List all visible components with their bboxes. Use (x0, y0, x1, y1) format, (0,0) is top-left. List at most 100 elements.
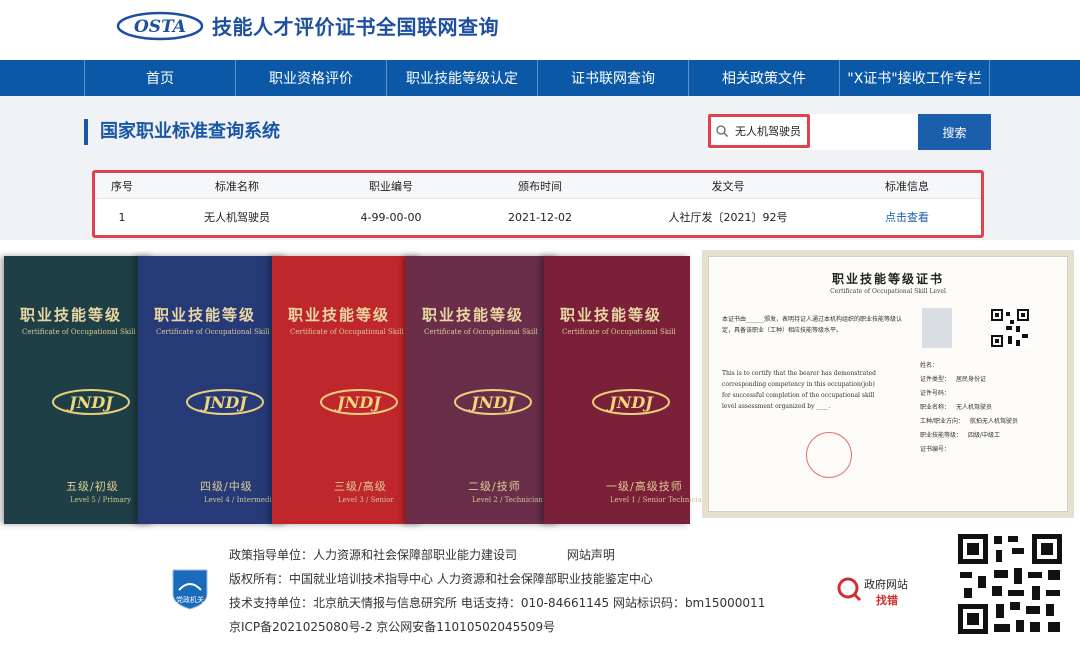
paper-field-value: 四级/中级工 (968, 432, 1001, 439)
paper-field-row: 证件号码： (920, 388, 1060, 399)
book-level-en: Level 1 / Senior Technician (610, 496, 707, 504)
book-level-en: Level 3 / Senior (338, 496, 394, 504)
site-title: 技能人才评价证书全国联网查询 (212, 15, 499, 39)
nav-item-x-certificate[interactable]: "X证书"接收工作专栏 (839, 60, 990, 96)
paper-field-label: 姓名： (920, 362, 939, 369)
certificate-paper: 职业技能等级证书 Certificate of Occupational Ski… (702, 250, 1074, 518)
main-nav: 首页 职业资格评价 职业技能等级认定 证书联网查询 相关政策文件 "X证书"接收… (0, 60, 1080, 96)
col-header-doc: 发文号 (711, 179, 745, 193)
table-header: 序号 标准名称 职业编号 颁布时间 发文号 标准信息 (95, 173, 981, 199)
col-header-index: 序号 (111, 179, 133, 193)
footer-support: 技术支持单位：北京航天情报与信息研究所 电话支持：010-84661145 网站… (229, 596, 766, 610)
book-level-en: Level 5 / Primary (70, 496, 132, 504)
book-level: 一级/高级技师 (606, 480, 683, 493)
search-section: 国家职业标准查询系统 无人机驾驶员 搜索 序号 标准名称 职业编号 颁布时间 发… (0, 96, 1080, 240)
book-level: 四级/中级 (200, 480, 253, 493)
nav-item-certificate-query[interactable]: 证书联网查询 (537, 60, 688, 96)
book-subtitle: Certificate of Occupational Skill (290, 328, 404, 336)
result-table: 序号 标准名称 职业编号 颁布时间 发文号 标准信息 1 无人机驾驶员 4-99… (92, 170, 984, 238)
paper-field-row: 证件类型： 居民身份证 (920, 374, 1060, 385)
nav-item-policy[interactable]: 相关政策文件 (688, 60, 839, 96)
certificate-book: 职业技能等级 Certificate of Occupational Skill J… (4, 256, 154, 524)
jndj-logo-icon: JNDJ (592, 389, 670, 415)
paper-field-label: 证书编号： (920, 446, 951, 453)
search-button[interactable]: 搜索 (918, 114, 991, 150)
nav-item-home[interactable]: 首页 (84, 60, 235, 96)
book-logo-text: JNDJ (606, 393, 654, 412)
qr-code-icon (956, 532, 1064, 636)
view-standard-link[interactable]: 点击查看 (833, 209, 981, 225)
col-header-code: 职业编号 (369, 179, 413, 193)
paper-field-row: 姓名： (920, 360, 1060, 371)
book-level: 二级/技师 (468, 480, 521, 493)
jndj-logo-icon: JNDJ (186, 389, 264, 415)
paper-field-label: 工种/职业方向： (920, 418, 965, 425)
paper-title: 职业技能等级证书 (831, 272, 944, 286)
page-title: 国家职业标准查询系统 (84, 119, 280, 145)
paper-qr-code-icon (990, 308, 1030, 348)
search-icon (716, 125, 728, 137)
nav-item-skill-level[interactable]: 职业技能等级认定 (386, 60, 537, 96)
book-logo-text: JNDJ (468, 393, 516, 412)
certificate-book: 职业技能等级 Certificate of Occupational Skill J… (138, 256, 288, 524)
paper-field-row: 职业名称： 无人机驾驶员 (920, 402, 1060, 413)
search-bar: 无人机驾驶员 (708, 114, 918, 150)
col-header-name: 标准名称 (215, 179, 259, 193)
paper-field-label: 职业技能等级： (920, 432, 963, 439)
paper-en-text: This is to certify that the bearer has d… (722, 370, 877, 410)
paper-subtitle: Certificate of Occupational Skill Level (830, 288, 946, 295)
magnifier-icon (837, 577, 862, 602)
paper-field-value: 居民身份证 (956, 376, 987, 383)
osta-logo[interactable]: OSTA (116, 8, 204, 42)
book-title: 职业技能等级 (20, 306, 123, 324)
book-logo-text: JNDJ (66, 393, 114, 412)
book-subtitle: Certificate of Occupational Skill (562, 328, 676, 336)
cell-name: 无人机驾驶员 (204, 211, 270, 224)
paper-field-label: 职业名称： (920, 404, 951, 411)
gov-badge-top: 政府网站 (864, 578, 908, 591)
site-statement-link[interactable]: 网站声明 (567, 548, 615, 562)
footer-icp[interactable]: 京ICP备2021025080号-2 京公网安备11010502045509号 (229, 618, 555, 635)
paper-field-row: 职业技能等级： 四级/中级工 (920, 430, 1060, 441)
book-subtitle: Certificate of Occupational Skill (424, 328, 538, 336)
site-footer: 党政机关 政策指导单位：人力资源和社会保障部职业能力建设司 网站声明 版权所有：… (0, 532, 1080, 651)
book-title: 职业技能等级 (154, 306, 257, 324)
search-value: 无人机驾驶员 (735, 125, 801, 138)
certificate-book: 职业技能等级 Certificate of Occupational Skill J… (272, 256, 422, 524)
book-logo-text: JNDJ (334, 393, 382, 412)
search-input[interactable]: 无人机驾驶员 (708, 114, 810, 148)
paper-field-label: 证件类型： (920, 376, 951, 383)
certificate-photo: 职业技能等级 Certificate of Occupational Skill J… (0, 240, 1080, 532)
cell-doc: 人社厅发〔2021〕92号 (668, 211, 788, 224)
party-government-badge-icon[interactable]: 党政机关 (171, 566, 209, 610)
footer-guidance: 政策指导单位：人力资源和社会保障部职业能力建设司 网站声明 (229, 546, 615, 563)
cell-index: 1 (118, 210, 126, 224)
book-title: 职业技能等级 (422, 306, 525, 324)
gov-badge-bottom: 找错 (876, 594, 898, 607)
book-title: 职业技能等级 (560, 306, 663, 324)
book-level-en: Level 2 / Technician (472, 496, 543, 504)
jndj-logo-icon: JNDJ (52, 389, 130, 415)
certificate-book: 职业技能等级 Certificate of Occupational Skill J… (406, 256, 560, 524)
table-row: 1 无人机驾驶员 4-99-00-00 2021-12-02 人社厅发〔2021… (95, 199, 981, 235)
paper-field-row: 工种/职业方向： 航拍无人机驾驶员 (920, 416, 1060, 427)
official-stamp (806, 432, 852, 478)
jndj-logo-icon: JNDJ (320, 389, 398, 415)
paper-field-value: 航拍无人机驾驶员 (970, 418, 1019, 425)
book-level-en: Level 4 / Intermediate (204, 496, 283, 504)
cell-code: 4-99-00-00 (360, 210, 422, 224)
jndj-logo-icon: JNDJ (454, 389, 532, 415)
gov-website-error-report[interactable]: 政府网站 找错 (836, 574, 912, 608)
nav-item-qualification[interactable]: 职业资格评价 (235, 60, 386, 96)
badge-label: 党政机关 (176, 595, 204, 604)
col-header-date: 颁布时间 (518, 179, 562, 193)
book-subtitle: Certificate of Occupational Skill (22, 328, 136, 336)
book-subtitle: Certificate of Occupational Skill (156, 328, 270, 336)
paper-field-label: 证件号码： (920, 390, 951, 397)
book-level: 三级/高级 (334, 480, 387, 493)
book-title: 职业技能等级 (288, 306, 391, 324)
certificate-book: 职业技能等级 Certificate of Occupational Skill J… (544, 256, 706, 524)
footer-guidance-text: 政策指导单位：人力资源和社会保障部职业能力建设司 (229, 548, 518, 562)
paper-cn-text: 本证书由______颁发，表明持证人通过本机构组织的职业技能等级认定，具备该职业… (722, 316, 903, 334)
cell-date: 2021-12-02 (508, 210, 572, 224)
